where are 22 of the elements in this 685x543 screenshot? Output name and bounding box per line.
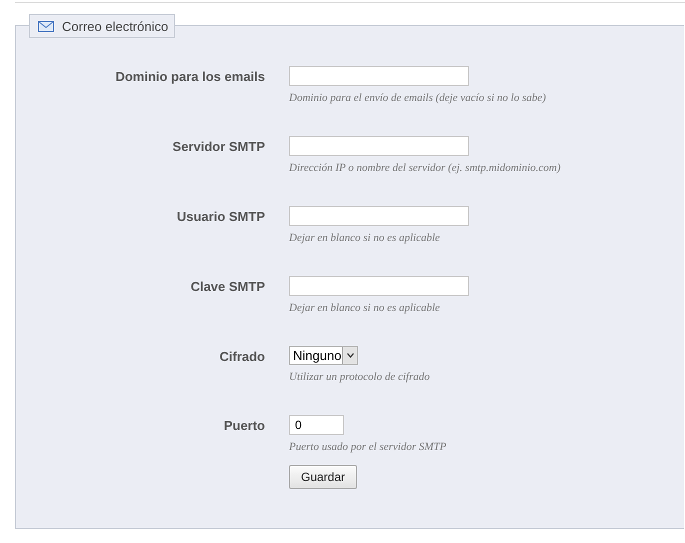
field-hint: Puerto usado por el servidor SMTP bbox=[289, 441, 446, 453]
field-label: Cifrado bbox=[218, 348, 265, 366]
field-hint: Dirección IP o nombre del servidor (ej. smtp.midominio.com) bbox=[289, 162, 560, 174]
save-button[interactable]: Guardar bbox=[289, 465, 357, 489]
field-label: Usuario SMTP bbox=[176, 208, 265, 226]
field-label: Puerto bbox=[222, 417, 265, 435]
field-hint: Dejar en blanco si no es aplicable bbox=[289, 232, 440, 244]
input-field[interactable] bbox=[289, 66, 469, 86]
field-hint: Utilizar un protocolo de cifrado bbox=[289, 371, 430, 383]
input-field[interactable]: 0 bbox=[289, 415, 344, 435]
section-title: Correo electrónico bbox=[62, 18, 168, 34]
field-label: Servidor SMTP bbox=[172, 138, 265, 156]
field-label: Dominio para los emails bbox=[114, 68, 265, 86]
input-field[interactable] bbox=[289, 276, 469, 296]
encryption-dropdown[interactable]: Ninguno bbox=[289, 346, 358, 365]
field-hint: Dominio para el envío de emails (deje vacío si no lo sabe) bbox=[289, 92, 546, 104]
input-field[interactable] bbox=[289, 136, 469, 156]
envelope-icon bbox=[38, 20, 54, 32]
field-hint: Dejar en blanco si no es aplicable bbox=[289, 302, 440, 314]
input-field[interactable] bbox=[289, 206, 469, 226]
field-label: Clave SMTP bbox=[190, 278, 265, 296]
caret-icon bbox=[346, 353, 354, 358]
